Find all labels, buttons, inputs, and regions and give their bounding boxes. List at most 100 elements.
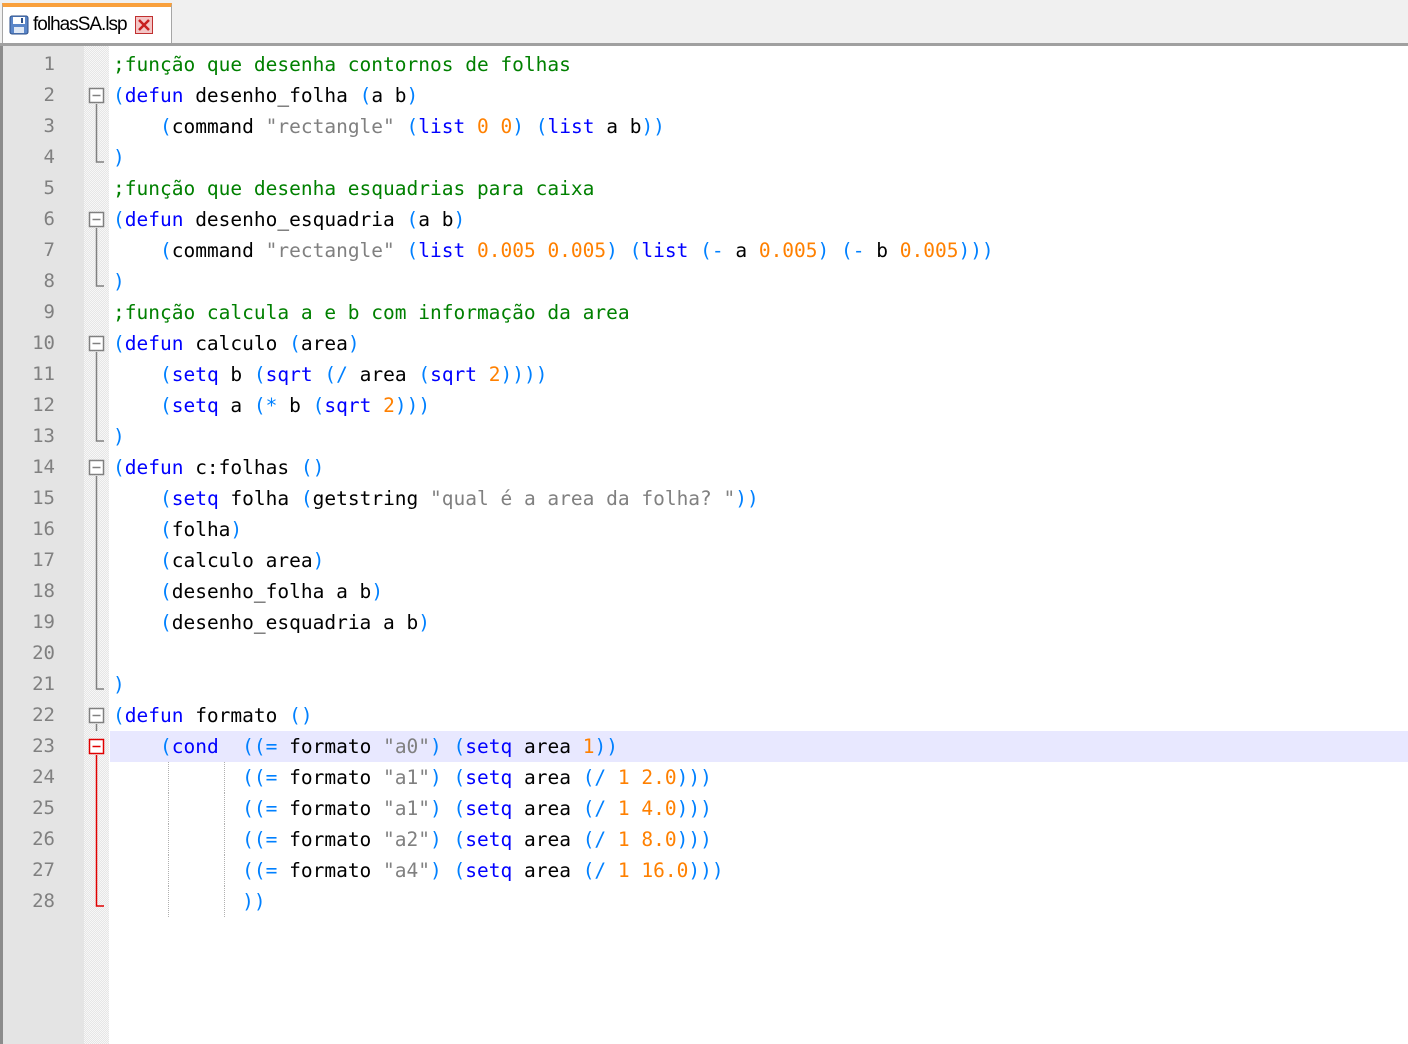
code-text[interactable]: (desenho_folha a b): [110, 576, 1408, 607]
code-line[interactable]: 23 (cond ((= formato "a0") (setq area 1)…: [0, 731, 1408, 762]
code-line[interactable]: 4): [0, 142, 1408, 173]
code-text[interactable]: (setq a (* b (sqrt 2))): [110, 390, 1408, 421]
code-text[interactable]: (command "rectangle" (list 0.005 0.005) …: [110, 235, 1408, 266]
code-text[interactable]: ((= formato "a4") (setq area (/ 1 16.0))…: [110, 855, 1408, 886]
code-text[interactable]: (calculo area): [110, 545, 1408, 576]
fold-toggle-icon[interactable]: [84, 731, 109, 762]
fold-toggle-icon[interactable]: [84, 700, 109, 731]
code-line[interactable]: 18 (desenho_folha a b): [0, 576, 1408, 607]
code-text[interactable]: ((= formato "a1") (setq area (/ 1 4.0))): [110, 793, 1408, 824]
code-text[interactable]: ((= formato "a2") (setq area (/ 1 8.0))): [110, 824, 1408, 855]
code-line[interactable]: 28 )): [0, 886, 1408, 917]
code-text[interactable]: (command "rectangle" (list 0 0) (list a …: [110, 111, 1408, 142]
tab-folhasSA[interactable]: folhasSA.lsp: [2, 3, 172, 43]
code-text[interactable]: (setq folha (getstring "qual é a area da…: [110, 483, 1408, 514]
code-token: 1: [617, 797, 630, 820]
indent-guide: [224, 855, 225, 886]
code-line[interactable]: 16 (folha): [0, 514, 1408, 545]
code-text[interactable]: ;função que desenha esquadrias para caix…: [110, 173, 1408, 204]
code-line[interactable]: 12 (setq a (* b (sqrt 2))): [0, 390, 1408, 421]
code-text[interactable]: ;função que desenha contornos de folhas: [110, 49, 1408, 80]
code-line[interactable]: 2 (defun desenho_folha (a b): [0, 80, 1408, 111]
code-text[interactable]: (defun desenho_esquadria (a b): [110, 204, 1408, 235]
code-line[interactable]: 1 ;função que desenha contornos de folhas: [0, 49, 1408, 80]
tab-label: folhasSA.lsp: [33, 14, 128, 35]
code-editor[interactable]: 1 ;função que desenha contornos de folhas…: [0, 46, 1408, 1044]
fold-guide-line: [95, 545, 98, 576]
code-token: list: [547, 115, 595, 138]
line-number: 22: [32, 704, 55, 726]
code-line[interactable]: 10 (defun calculo (area): [0, 328, 1408, 359]
line-number: 12: [32, 394, 55, 416]
code-text[interactable]: (setq b (sqrt (/ area (sqrt 2)))): [110, 359, 1408, 390]
code-token: (/: [582, 828, 607, 851]
code-token: ): [113, 673, 125, 696]
code-text[interactable]: (desenho_esquadria a b): [110, 607, 1408, 638]
code-token: (: [418, 363, 431, 386]
close-icon[interactable]: [134, 16, 153, 34]
code-line[interactable]: 20: [0, 638, 1408, 669]
code-line[interactable]: 15 (setq folha (getstring "qual é a area…: [0, 483, 1408, 514]
fold-guide-line: [95, 793, 98, 824]
code-token: (: [113, 208, 125, 231]
code-token: ): [312, 549, 325, 572]
code-line[interactable]: 13): [0, 421, 1408, 452]
code-line[interactable]: 21): [0, 669, 1408, 700]
code-text[interactable]: (cond ((= formato "a0") (setq area 1)): [110, 731, 1408, 762]
code-line[interactable]: 3 (command "rectangle" (list 0 0) (list …: [0, 111, 1408, 142]
code-token: )): [641, 115, 665, 138]
code-text[interactable]: ((= formato "a1") (setq area (/ 1 2.0))): [110, 762, 1408, 793]
code-line[interactable]: 17 (calculo area): [0, 545, 1408, 576]
line-number: 17: [32, 549, 55, 571]
code-text[interactable]: ): [110, 669, 1408, 700]
code-text[interactable]: (defun c:folhas (): [110, 452, 1408, 483]
fold-toggle-icon[interactable]: [84, 80, 109, 111]
code-text[interactable]: (defun desenho_folha (a b): [110, 80, 1408, 111]
code-line[interactable]: 5 ;função que desenha esquadrias para cai…: [0, 173, 1408, 204]
code-token: (: [159, 611, 172, 634]
code-lines[interactable]: 1 ;função que desenha contornos de folhas…: [0, 49, 1408, 917]
code-token: area: [512, 859, 583, 882]
code-line[interactable]: 9 ;função calcula a e b com informação da…: [0, 297, 1408, 328]
code-text[interactable]: (folha): [110, 514, 1408, 545]
line-number: 8: [43, 270, 55, 292]
code-text[interactable]: ;função calcula a e b com informação da …: [110, 297, 1408, 328]
code-token: setq: [465, 766, 513, 789]
code-text[interactable]: ): [110, 421, 1408, 452]
code-line[interactable]: 14 (defun c:folhas (): [0, 452, 1408, 483]
fold-toggle-icon[interactable]: [84, 204, 109, 235]
code-text[interactable]: (defun calculo (area): [110, 328, 1408, 359]
code-token: calculo area: [171, 549, 313, 572]
code-token: setq: [171, 487, 219, 510]
fold-guide-line: [95, 390, 98, 421]
code-line[interactable]: 26 ((= formato "a2") (setq area (/ 1 8.0…: [0, 824, 1408, 855]
code-line[interactable]: 8): [0, 266, 1408, 297]
code-token: area: [512, 766, 583, 789]
code-line[interactable]: 22 (defun formato (): [0, 700, 1408, 731]
code-line[interactable]: 6 (defun desenho_esquadria (a b): [0, 204, 1408, 235]
code-text[interactable]: (defun formato (): [110, 700, 1408, 731]
code-line[interactable]: 27 ((= formato "a4") (setq area (/ 1 16.…: [0, 855, 1408, 886]
code-line[interactable]: 11 (setq b (sqrt (/ area (sqrt 2)))): [0, 359, 1408, 390]
code-token: b: [277, 394, 313, 417]
code-text[interactable]: [110, 638, 1408, 669]
code-line[interactable]: 24 ((= formato "a1") (setq area (/ 1 2.0…: [0, 762, 1408, 793]
code-token: (/: [582, 859, 607, 882]
indent-guide: [224, 824, 225, 855]
code-text[interactable]: ): [110, 266, 1408, 297]
code-line[interactable]: 19 (desenho_esquadria a b): [0, 607, 1408, 638]
code-line[interactable]: 7 (command "rectangle" (list 0.005 0.005…: [0, 235, 1408, 266]
code-text[interactable]: )): [110, 886, 1408, 917]
code-line[interactable]: 25 ((= formato "a1") (setq area (/ 1 4.0…: [0, 793, 1408, 824]
line-number: 21: [32, 673, 55, 695]
fold-toggle-icon[interactable]: [84, 452, 109, 483]
code-text[interactable]: ): [110, 142, 1408, 173]
fold-toggle-icon[interactable]: [84, 328, 109, 359]
